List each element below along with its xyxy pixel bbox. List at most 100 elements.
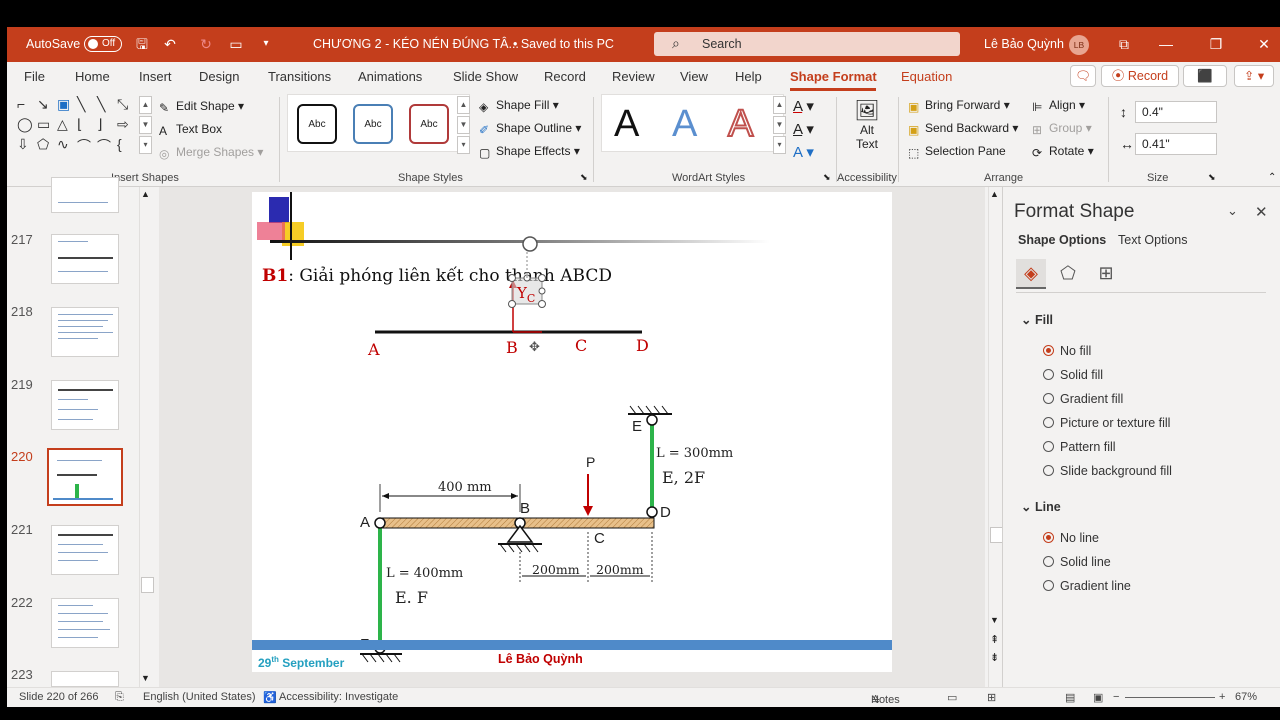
ribbon-display-icon[interactable]: ⧉: [1115, 35, 1133, 53]
tab-text-options[interactable]: Text Options: [1118, 233, 1187, 247]
share-button[interactable]: ⇪ ▾: [1234, 65, 1274, 87]
arrow-line-icon[interactable]: ↘: [37, 96, 49, 113]
shape-effects-button[interactable]: ▢ Shape Effects ▾: [479, 144, 580, 160]
slide-thumbnail[interactable]: [51, 598, 119, 648]
radio-solid-line[interactable]: Solid line: [1043, 555, 1111, 569]
tab-shape-format[interactable]: Shape Format: [790, 69, 877, 84]
oval-icon[interactable]: ◯: [17, 116, 33, 133]
language-indicator[interactable]: English (United States): [143, 691, 256, 703]
down-arrow-icon[interactable]: ⇩: [17, 136, 29, 153]
user-name[interactable]: Lê Bảo Quỳnh: [984, 37, 1064, 51]
group-button[interactable]: ⊞ Group ▾: [1032, 121, 1092, 137]
tab-slide-show[interactable]: Slide Show: [453, 69, 518, 84]
slide-sorter-icon[interactable]: ⊞: [987, 691, 996, 704]
autosave-toggle[interactable]: Off: [84, 36, 122, 52]
shapes-scroll-down[interactable]: ▼: [139, 116, 152, 134]
close-icon[interactable]: ✕: [1255, 203, 1268, 221]
shapes-more[interactable]: ▾: [139, 136, 152, 154]
wordart-scroll-down[interactable]: ▼: [773, 116, 786, 134]
chevron-down-icon[interactable]: ⌄: [1227, 203, 1238, 219]
thumbnails-scrollbar[interactable]: ▲ ▼: [139, 187, 154, 687]
spelling-icon[interactable]: ⎘: [115, 691, 124, 704]
wordart-red-outline[interactable]: A: [727, 102, 754, 146]
styles-scroll-down[interactable]: ▼: [457, 116, 470, 134]
tab-insert[interactable]: Insert: [139, 69, 172, 84]
slide-thumbnail[interactable]: [51, 525, 119, 575]
slideshow-view-icon[interactable]: ▣: [1093, 691, 1103, 704]
fill-line-icon[interactable]: ◈: [1016, 259, 1046, 289]
rotate-button[interactable]: ⟳ Rotate ▾: [1032, 144, 1094, 160]
wordart-launcher-icon[interactable]: ⬊: [823, 172, 831, 183]
normal-view-icon[interactable]: ▭: [947, 691, 957, 704]
fill-section-header[interactable]: ⌄ Fill: [1021, 312, 1053, 327]
slide-thumbnail[interactable]: [51, 671, 119, 687]
shapes-scroll-up[interactable]: ▲: [139, 96, 152, 114]
slide-thumbnail[interactable]: [51, 234, 119, 284]
shape-styles-launcher-icon[interactable]: ⬊: [580, 172, 588, 183]
previous-slide-icon[interactable]: ⇞: [990, 633, 999, 646]
edit-shape-button[interactable]: ✎ Edit Shape ▾: [159, 99, 244, 115]
diagonal-line-icon[interactable]: ╲: [77, 96, 85, 113]
scroll-thumb[interactable]: [141, 577, 154, 593]
minimize-icon[interactable]: —: [1157, 35, 1175, 53]
redo-icon[interactable]: ↻: [197, 35, 215, 53]
tab-record[interactable]: Record: [544, 69, 586, 84]
text-outline-icon[interactable]: A ▾: [793, 120, 814, 138]
record-button[interactable]: ⦿ Record: [1101, 65, 1179, 87]
shape-fill-button[interactable]: ◈ Shape Fill ▾: [479, 98, 559, 114]
shape-outline-button[interactable]: ✐ Shape Outline ▾: [479, 121, 581, 137]
styles-scroll-up[interactable]: ▲: [457, 96, 470, 114]
merge-shapes-button[interactable]: ◎ Merge Shapes ▾: [159, 145, 263, 161]
wordart-gallery[interactable]: A A A: [601, 94, 784, 152]
diagonal-line-2-icon[interactable]: ╲: [97, 96, 105, 113]
zoom-out-icon[interactable]: −: [1113, 691, 1119, 703]
radio-no-fill[interactable]: No fill: [1043, 344, 1091, 358]
triangle-icon[interactable]: △: [57, 116, 68, 133]
pentagon-icon[interactable]: ⬠: [37, 136, 49, 153]
styles-more[interactable]: ▾: [457, 136, 470, 154]
save-icon[interactable]: 🖫: [133, 35, 151, 53]
collapse-ribbon-icon[interactable]: ⌃: [1268, 172, 1276, 183]
radio-gradient-fill[interactable]: Gradient fill: [1043, 392, 1123, 406]
elbow-arrow-icon[interactable]: ⌋: [97, 116, 102, 133]
radio-picture-fill[interactable]: Picture or texture fill: [1043, 416, 1170, 430]
radio-pattern-fill[interactable]: Pattern fill: [1043, 440, 1116, 454]
shape-height-input[interactable]: 0.4": [1135, 101, 1217, 123]
slide-thumbnail[interactable]: [51, 307, 119, 357]
reading-view-icon[interactable]: ▤: [1065, 691, 1075, 704]
tab-file[interactable]: File: [24, 69, 45, 84]
double-arrow-icon[interactable]: ⤡: [117, 96, 128, 113]
style-preset-red[interactable]: Abc: [409, 104, 449, 144]
restore-icon[interactable]: ❐: [1207, 35, 1225, 53]
present-teams-button[interactable]: ⬛: [1183, 65, 1227, 87]
radio-gradient-line[interactable]: Gradient line: [1043, 579, 1131, 593]
tab-equation[interactable]: Equation: [901, 69, 952, 84]
close-window-icon[interactable]: ✕: [1255, 35, 1273, 53]
tab-design[interactable]: Design: [199, 69, 239, 84]
accessibility-status[interactable]: Accessibility: Investigate: [279, 691, 398, 703]
radio-solid-fill[interactable]: Solid fill: [1043, 368, 1103, 382]
shape-width-input[interactable]: 0.41": [1135, 133, 1217, 155]
text-effects-icon[interactable]: A ▾: [793, 143, 814, 161]
slide[interactable]: B1: Giải phóng liên kết cho thanh ABCD ✥: [252, 192, 892, 672]
alt-text-button[interactable]: 🖼 Alt Text: [850, 98, 884, 151]
footer-author[interactable]: Lê Bảo Quỳnh: [498, 652, 583, 666]
slide-editing-canvas[interactable]: B1: Giải phóng liên kết cho thanh ABCD ✥: [159, 187, 1003, 687]
selection-pane-button[interactable]: ⬚ Selection Pane: [908, 144, 1006, 160]
tab-home[interactable]: Home: [75, 69, 110, 84]
textbox-shape-icon[interactable]: ▣: [57, 96, 70, 113]
elbow-connector-icon[interactable]: ⌊: [77, 116, 82, 133]
effects-pentagon-icon[interactable]: ⬠: [1053, 259, 1083, 289]
slide-thumbnail[interactable]: [51, 177, 119, 213]
align-button[interactable]: ⊫ Align ▾: [1032, 98, 1085, 114]
arc-icon[interactable]: ⌒: [77, 136, 91, 156]
rectangle-icon[interactable]: ▭: [37, 116, 50, 133]
zoom-level[interactable]: 67%: [1235, 691, 1257, 703]
freeform-icon[interactable]: ∿: [57, 136, 69, 153]
wordart-black[interactable]: A: [614, 103, 639, 146]
tab-review[interactable]: Review: [612, 69, 655, 84]
save-status[interactable]: • Saved to this PC: [513, 37, 614, 51]
shape-styles-gallery[interactable]: Abc Abc Abc: [287, 94, 470, 152]
comments-button[interactable]: 🗨: [1070, 65, 1096, 87]
size-properties-icon[interactable]: ⊞: [1091, 259, 1121, 289]
